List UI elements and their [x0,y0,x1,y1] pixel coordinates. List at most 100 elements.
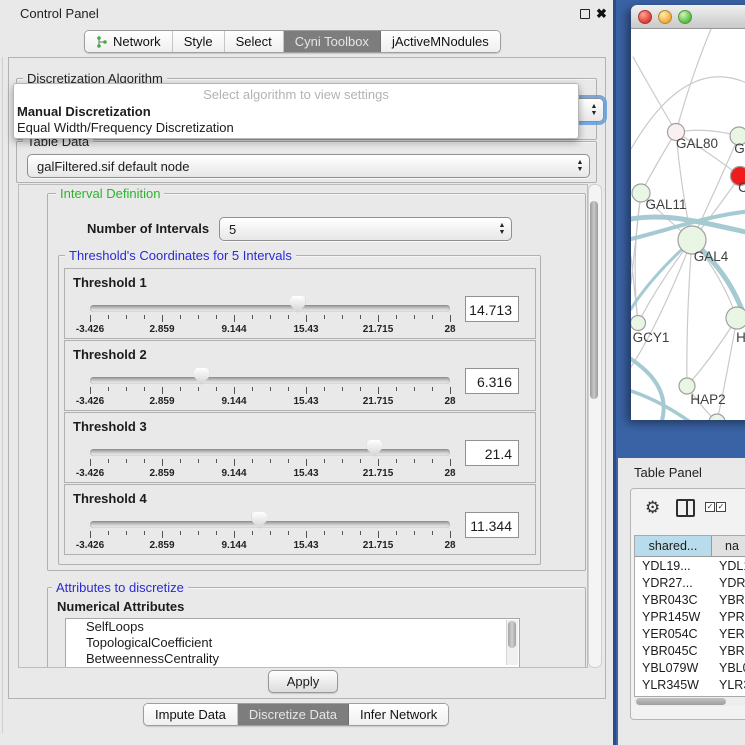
slider-tick [108,315,109,319]
slider-tick [126,315,127,319]
attribute-item[interactable]: TopologicalCoefficient [66,635,519,651]
minimize-traffic-light-icon[interactable] [658,10,672,24]
slider-tick [198,387,199,391]
attributes-scrollbar-thumb[interactable] [508,621,516,648]
node-table[interactable]: shared... na YDL19...YDL1YDR27...YDR2YBR… [634,535,745,697]
table-row[interactable]: YBR043CYBR0 [635,592,745,609]
slider-tick [324,315,325,319]
table-row[interactable]: YPR145WYPR1 [635,609,745,626]
threshold-panel-2: Threshold 2-3.4262.8599.14415.4321.71528… [64,340,536,411]
settings-scrollbar[interactable] [588,184,602,668]
threshold-value-field[interactable]: 14.713 [465,296,519,322]
slider-track[interactable] [90,377,450,384]
slider-track[interactable] [90,449,450,456]
slider-scale-label: 15.43 [276,396,336,407]
slider-tick [180,387,181,391]
slider-tick [342,531,343,535]
slider-tick [162,315,163,322]
float-square [580,9,590,19]
tab-style[interactable]: Style [173,31,225,52]
network-edge [687,318,737,386]
numerical-attributes-list[interactable]: SelfLoopsTopologicalCoefficientBetweenne… [65,618,520,668]
threshold-value-field[interactable]: 21.4 [465,440,519,466]
select-columns-checkbox-icon[interactable]: ✓ [705,502,715,512]
attribute-item[interactable]: SelfLoops [66,619,519,635]
columns-icon-divider [686,501,688,515]
slider-tick [378,531,379,538]
slider-scale-label: 21.715 [348,396,408,407]
slider-track[interactable] [90,521,450,528]
table-row[interactable]: YBL079WYBL0 [635,660,745,677]
tab-network[interactable]: Network [85,31,173,52]
table-row[interactable]: YBR045CYBR0 [635,643,745,660]
columns-icon[interactable] [676,499,695,517]
slider-tick [108,387,109,391]
network-edge-thick [631,359,664,420]
table-row[interactable]: YDR27...YDR2 [635,575,745,592]
network-graph: GAL80GACGAL11GAL4GCY1HHAP2 [631,29,745,420]
node-label: C [738,180,745,195]
slider-tick [126,459,127,463]
close-icon[interactable]: ✖ [596,7,609,20]
network-node-gcy1[interactable] [631,316,646,331]
table-row[interactable]: YLR345WYLR3 [635,677,745,694]
close-traffic-light-icon[interactable] [638,10,652,24]
tab-select[interactable]: Select [225,31,284,52]
tab-infer-network[interactable]: Infer Network [349,704,448,725]
threshold-panel-4: Threshold 4-3.4262.8599.14415.4321.71528… [64,484,536,555]
slider-tick [396,459,397,463]
interval-definition-title: Interval Definition [56,186,164,201]
tab-cyni-toolbox[interactable]: Cyni Toolbox [284,31,381,52]
number-of-intervals-combo[interactable]: 5 ▲▼ [219,217,512,241]
network-node[interactable] [709,414,725,420]
slider-scale-label: 2.859 [132,324,192,335]
zoom-traffic-light-icon[interactable] [678,10,692,24]
apply-button[interactable]: Apply [268,670,338,693]
algorithm-popup-placeholder: Select algorithm to view settings [14,87,578,102]
slider-tick [450,531,451,538]
gear-icon[interactable]: ⚙ [645,499,660,516]
tab-jactivemnodules[interactable]: jActiveMNodules [381,31,500,52]
table-row[interactable]: YER054CYER0 [635,626,745,643]
column-header-name[interactable]: na [712,536,745,557]
tab-discretize-data[interactable]: Discretize Data [238,704,349,725]
network-node-h[interactable] [726,307,745,329]
table-row[interactable]: YDL19...YDL1 [635,558,745,575]
attribute-item[interactable]: BetweennessCentrality [66,651,519,667]
threshold-value-field[interactable]: 11.344 [465,512,519,538]
network-canvas[interactable]: GAL80GACGAL11GAL4GCY1HHAP2 [631,29,745,420]
slider-tick [90,459,91,466]
attributes-list-scrollbar[interactable] [506,620,518,665]
slider-track[interactable] [90,305,450,312]
slider-tick [252,459,253,463]
slider-tick [162,387,163,394]
slider-tick [414,531,415,535]
slider-tick [162,531,163,538]
slider-tick [270,315,271,319]
slider-tick [270,531,271,535]
table-browser-card: ⚙ ✓ ✓ shared... na YDL19...YDL1YDR27...Y… [630,488,745,720]
settings-scrollbar-thumb[interactable] [590,201,598,399]
slider-tick [432,387,433,391]
slider-tick [108,459,109,463]
slider-tick [306,387,307,394]
select-all-checkbox-icon[interactable]: ✓ [716,502,726,512]
numerical-attributes-heading: Numerical Attributes [57,599,184,614]
table-horizontal-scrollbar[interactable] [634,697,745,706]
network-window-titlebar[interactable] [631,5,745,29]
column-header-shared-name[interactable]: shared... [635,536,712,557]
slider-tick [270,459,271,463]
network-view-window[interactable]: GAL80GACGAL11GAL4GCY1HHAP2 [631,5,745,420]
float-window-icon[interactable] [578,7,591,20]
number-of-intervals-value: 5 [220,222,493,237]
node-label: H [736,330,745,345]
tab-impute-data[interactable]: Impute Data [144,704,238,725]
threshold-value-field[interactable]: 6.316 [465,368,519,394]
slider-scale-label: 28 [420,396,480,407]
algorithm-option[interactable]: Manual Discretization [17,104,151,119]
slider-tick [90,315,91,322]
slider-tick [198,531,199,535]
table-data-combo[interactable]: galFiltered.sif default node ▲▼ [27,154,590,178]
table-hscrollbar-thumb[interactable] [636,698,726,705]
algorithm-option[interactable]: Equal Width/Frequency Discretization [17,120,234,135]
